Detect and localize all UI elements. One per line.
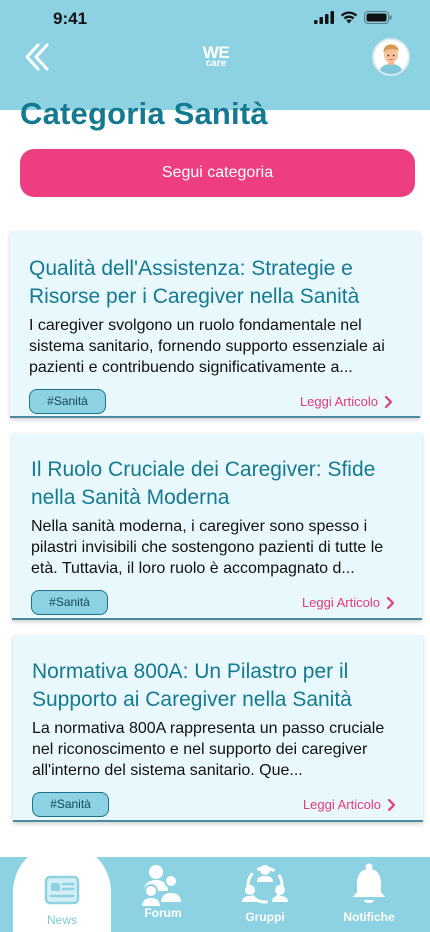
status-icons <box>314 11 392 24</box>
forum-icon <box>139 865 184 908</box>
app-header: 9:41 WE care <box>0 0 430 110</box>
article-excerpt: I caregiver svolgono un ruolo fondamenta… <box>29 317 385 376</box>
status-time: 9:41 <box>53 9 88 28</box>
article-card[interactable]: Il Ruolo Cruciale dei Caregiver: Sfide n… <box>12 433 422 620</box>
back-button[interactable] <box>22 40 58 74</box>
nav-item-notifiche[interactable]: Notifiche <box>324 863 414 924</box>
read-article-link[interactable]: Leggi Articolo <box>300 394 394 409</box>
news-icon <box>44 875 80 905</box>
double-chevron-left-icon <box>25 43 49 71</box>
nav-label: Gruppi <box>245 910 285 924</box>
chevron-right-icon <box>387 798 396 811</box>
chevron-right-icon <box>386 596 395 609</box>
nav-label: Forum <box>144 906 182 920</box>
article-excerpt: La normativa 800A rappresenta un passo c… <box>32 720 385 779</box>
nav-label: News <box>46 913 77 927</box>
avatar-icon <box>374 40 408 74</box>
article-excerpt: Nella sanità moderna, i caregiver sono s… <box>31 518 384 577</box>
read-article-link[interactable]: Leggi Articolo <box>303 797 397 812</box>
read-article-label: Leggi Articolo <box>301 595 380 610</box>
follow-category-button[interactable]: Segui categoria <box>20 149 415 197</box>
battery-icon <box>364 11 392 24</box>
read-article-link[interactable]: Leggi Articolo <box>302 595 396 610</box>
category-tag[interactable]: #Sanità <box>32 792 109 817</box>
nav-label: Notifiche <box>343 910 395 924</box>
read-article-label: Leggi Articolo <box>302 797 381 812</box>
nav-item-gruppi[interactable]: Gruppi <box>220 863 310 924</box>
nav-item-news[interactable]: News <box>17 874 107 927</box>
article-footer: #Sanità Leggi Articolo <box>32 792 405 817</box>
we-care-logo: WE care <box>199 44 233 69</box>
signal-icon <box>314 11 334 24</box>
nav-item-forum[interactable]: Forum <box>118 863 208 920</box>
user-avatar[interactable] <box>372 38 410 76</box>
read-article-label: Leggi Articolo <box>299 394 378 409</box>
wifi-icon <box>340 11 358 24</box>
category-tag[interactable]: #Sanità <box>31 590 108 615</box>
article-title[interactable]: Normativa 800A: Un Pilastro per il Suppo… <box>32 658 405 714</box>
groups-icon <box>242 865 288 904</box>
article-title[interactable]: Il Ruolo Cruciale dei Caregiver: Sfide n… <box>31 456 404 512</box>
bell-icon <box>353 863 385 903</box>
article-card[interactable]: Normativa 800A: Un Pilastro per il Suppo… <box>13 635 423 822</box>
article-footer: #Sanità Leggi Articolo <box>31 590 404 615</box>
chevron-right-icon <box>384 395 393 408</box>
article-title[interactable]: Qualità dell'Assistenza: Strategie e Ris… <box>29 255 402 311</box>
page-title: Categoria Sanità <box>20 96 268 131</box>
category-tag[interactable]: #Sanità <box>29 389 106 414</box>
article-footer: #Sanità Leggi Articolo <box>29 389 402 414</box>
article-card[interactable]: Qualità dell'Assistenza: Strategie e Ris… <box>10 231 420 418</box>
